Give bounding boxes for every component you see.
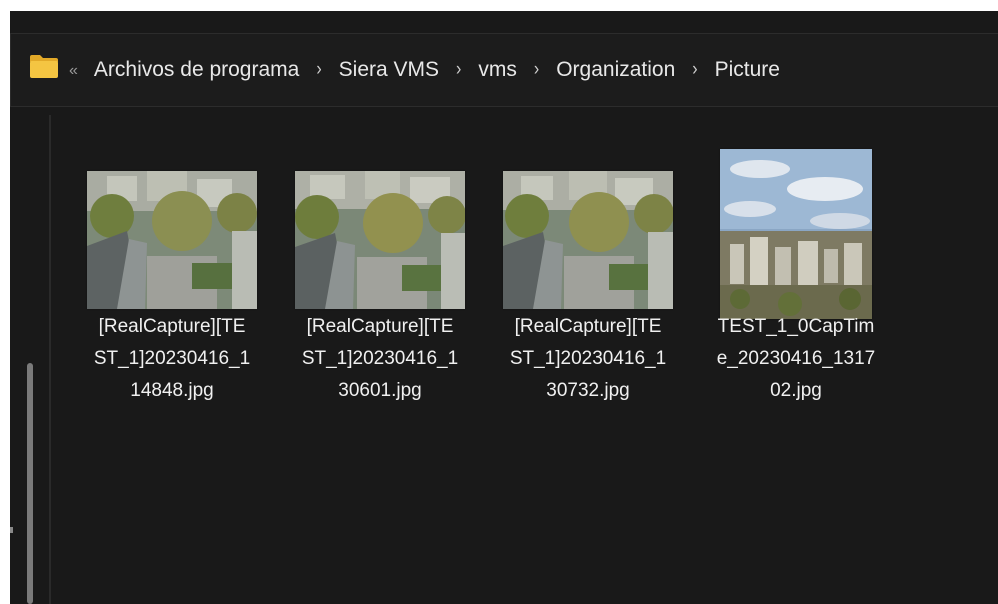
resize-handle bbox=[10, 527, 13, 533]
file-name-line: [RealCapture][TE bbox=[514, 316, 662, 337]
breadcrumb-item-picture[interactable]: Picture bbox=[713, 58, 782, 82]
file-explorer-window: « Archivos de programa › Siera VMS › vms… bbox=[10, 11, 998, 604]
navigation-pane-divider[interactable] bbox=[49, 115, 51, 604]
folder-icon bbox=[30, 55, 58, 78]
file-name: [RealCapture][TE ST_1]20230416_1 14848.j… bbox=[72, 311, 272, 407]
breadcrumb-item-siera-vms[interactable]: Siera VMS bbox=[337, 58, 441, 82]
chevron-right-icon[interactable]: › bbox=[534, 59, 539, 81]
chevron-right-icon[interactable]: › bbox=[692, 59, 697, 81]
image-thumbnail bbox=[488, 171, 688, 309]
breadcrumb-overflow-icon[interactable]: « bbox=[69, 60, 78, 80]
chevron-right-icon[interactable]: › bbox=[316, 59, 321, 81]
image-thumbnail bbox=[280, 171, 480, 309]
image-thumbnail bbox=[72, 171, 272, 309]
file-name-line: TEST_1_0CapTim bbox=[717, 316, 875, 337]
file-name: [RealCapture][TE ST_1]20230416_1 30601.j… bbox=[280, 311, 480, 407]
file-name-line: ST_1]20230416_1 bbox=[301, 348, 459, 369]
file-name-line: 02.jpg bbox=[770, 380, 822, 401]
image-thumbnail bbox=[696, 149, 896, 319]
breadcrumb-item-vms[interactable]: vms bbox=[476, 58, 519, 82]
file-name-line: 14848.jpg bbox=[130, 380, 214, 401]
breadcrumb: « Archivos de programa › Siera VMS › vms… bbox=[69, 34, 782, 106]
chevron-right-icon[interactable]: › bbox=[456, 59, 461, 81]
breadcrumb-item-archivos-de-programa[interactable]: Archivos de programa bbox=[92, 58, 301, 82]
file-name-line: 30732.jpg bbox=[546, 380, 630, 401]
address-bar[interactable]: « Archivos de programa › Siera VMS › vms… bbox=[10, 33, 998, 107]
file-name-line: e_20230416_1317 bbox=[716, 348, 876, 369]
file-name-line: [RealCapture][TE bbox=[306, 316, 454, 337]
file-name-line: 30601.jpg bbox=[338, 380, 422, 401]
file-name-line: [RealCapture][TE bbox=[98, 316, 246, 337]
file-name-line: ST_1]20230416_1 bbox=[509, 348, 667, 369]
file-name-line: ST_1]20230416_1 bbox=[93, 348, 251, 369]
file-name: [RealCapture][TE ST_1]20230416_1 30732.j… bbox=[488, 311, 688, 407]
navigation-pane-scrollbar[interactable] bbox=[27, 363, 33, 604]
file-list: [RealCapture][TE ST_1]20230416_1 14848.j… bbox=[72, 121, 972, 581]
file-name: TEST_1_0CapTim e_20230416_1317 02.jpg bbox=[696, 311, 896, 407]
breadcrumb-item-organization[interactable]: Organization bbox=[554, 58, 677, 82]
